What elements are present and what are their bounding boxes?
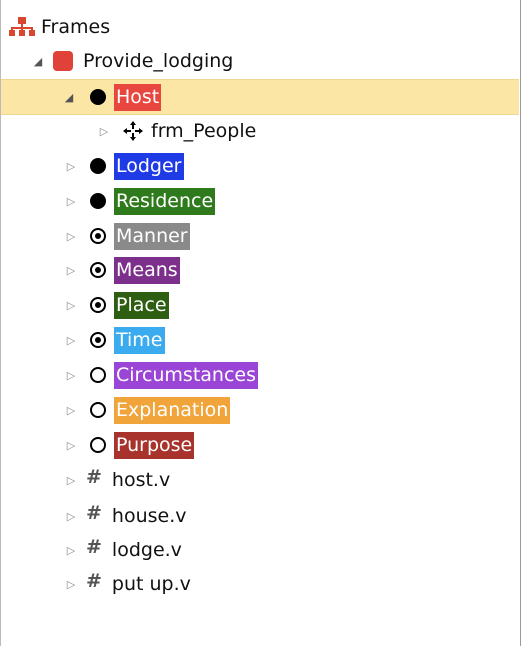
hash-icon: # — [86, 570, 102, 592]
lexical-unit-label: lodge.v — [111, 539, 182, 561]
element-tag-circumstances: Circumstances — [114, 361, 259, 389]
expand-triangle-icon[interactable]: ▷ — [64, 473, 78, 487]
lexical-unit-label: house.v — [111, 505, 187, 527]
element-tag-host: Host — [114, 83, 162, 111]
core-element-icon — [90, 193, 106, 209]
core-element-icon — [90, 89, 106, 105]
frame-element-lodger[interactable]: ▷ Lodger — [1, 149, 519, 183]
frame-element-circumstances[interactable]: ▷ Circumstances — [1, 358, 519, 392]
frame-row-provide-lodging[interactable]: ◢ Provide_lodging — [1, 44, 519, 78]
expand-triangle-icon[interactable]: ▷ — [97, 124, 111, 138]
peripheral-element-icon — [90, 332, 106, 348]
relation-row-frm-people[interactable]: ▷ frm_People — [1, 114, 519, 148]
frame-element-host[interactable]: ◢ Host — [1, 79, 519, 115]
expand-triangle-icon[interactable]: ▷ — [64, 298, 78, 312]
element-tag-residence: Residence — [114, 187, 216, 215]
expand-triangle-icon[interactable]: ▷ — [64, 194, 78, 208]
expand-triangle-icon[interactable]: ▷ — [64, 577, 78, 591]
expand-triangle-icon[interactable]: ▷ — [64, 403, 78, 417]
peripheral-element-icon — [90, 228, 106, 244]
lexical-unit-house-v[interactable]: ▷ # house.v — [1, 499, 519, 533]
lexical-unit-label: host.v — [111, 469, 171, 491]
expand-triangle-icon[interactable]: ▷ — [64, 368, 78, 382]
hash-icon: # — [86, 536, 102, 558]
frames-tree-panel: Frames ◢ Provide_lodging ◢ Host ▷ frm_Pe… — [0, 0, 521, 646]
frame-element-means[interactable]: ▷ Means — [1, 253, 519, 287]
core-element-icon — [90, 158, 106, 174]
peripheral-element-icon — [90, 262, 106, 278]
element-tag-means: Means — [114, 256, 180, 284]
frame-element-place[interactable]: ▷ Place — [1, 288, 519, 322]
tree-root-row[interactable]: Frames — [1, 10, 519, 44]
element-tag-purpose: Purpose — [114, 431, 195, 459]
frame-square-icon — [53, 51, 73, 71]
move-cross-icon — [123, 121, 143, 141]
expand-triangle-icon[interactable]: ▷ — [64, 263, 78, 277]
lexical-unit-lodge-v[interactable]: ▷ # lodge.v — [1, 533, 519, 567]
hierarchy-icon — [9, 17, 35, 37]
lexical-unit-put-up-v[interactable]: ▷ # put up.v — [1, 567, 519, 601]
collapse-triangle-icon[interactable]: ◢ — [31, 54, 45, 68]
tree-root-label: Frames — [41, 16, 111, 38]
frame-element-manner[interactable]: ▷ Manner — [1, 219, 519, 253]
frame-element-explanation[interactable]: ▷ Explanation — [1, 393, 519, 427]
frame-element-time[interactable]: ▷ Time — [1, 323, 519, 357]
element-tag-explanation: Explanation — [114, 396, 231, 424]
expand-triangle-icon[interactable]: ▷ — [64, 159, 78, 173]
hash-icon: # — [86, 502, 102, 524]
frame-element-purpose[interactable]: ▷ Purpose — [1, 428, 519, 462]
frame-label: Provide_lodging — [83, 50, 234, 72]
frame-element-residence[interactable]: ▷ Residence — [1, 184, 519, 218]
extra-element-icon — [90, 437, 106, 453]
element-tag-lodger: Lodger — [114, 152, 184, 180]
extra-element-icon — [90, 367, 106, 383]
expand-triangle-icon[interactable]: ▷ — [64, 333, 78, 347]
element-tag-time: Time — [114, 326, 165, 354]
lexical-unit-host-v[interactable]: ▷ # host.v — [1, 463, 519, 497]
expand-triangle-icon[interactable]: ▷ — [64, 543, 78, 557]
expand-triangle-icon[interactable]: ▷ — [64, 438, 78, 452]
expand-triangle-icon[interactable]: ▷ — [64, 229, 78, 243]
element-tag-manner: Manner — [114, 222, 190, 250]
extra-element-icon — [90, 402, 106, 418]
lexical-unit-label: put up.v — [111, 573, 191, 595]
peripheral-element-icon — [90, 297, 106, 313]
collapse-triangle-icon[interactable]: ◢ — [62, 90, 76, 104]
expand-triangle-icon[interactable]: ▷ — [64, 509, 78, 523]
relation-label: frm_People — [151, 120, 257, 142]
hash-icon: # — [86, 466, 102, 488]
element-tag-place: Place — [114, 291, 169, 319]
